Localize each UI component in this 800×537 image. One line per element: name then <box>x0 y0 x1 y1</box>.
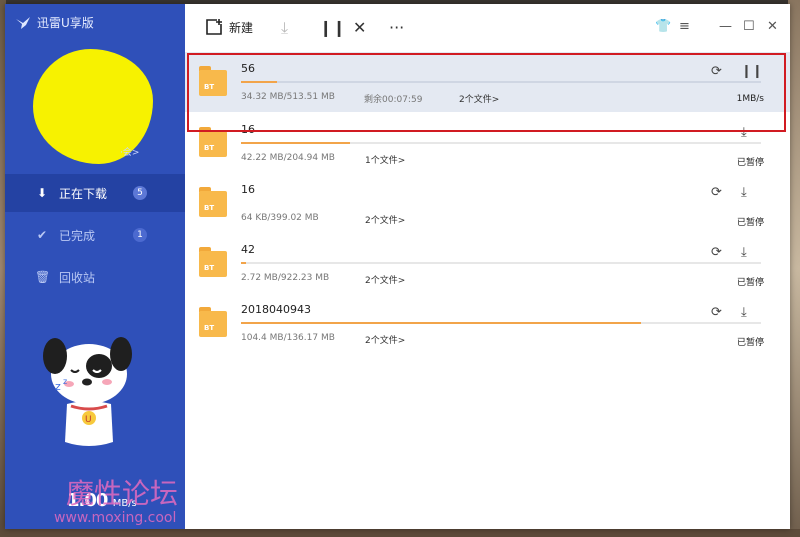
task-name: 2018040943 <box>241 303 311 316</box>
more-dots-icon: ··· <box>389 18 405 37</box>
task-size: 42.22 MB/204.94 MB <box>241 153 335 163</box>
svg-text:U: U <box>85 415 92 425</box>
task-name: 16 <box>241 183 255 196</box>
file-count-link[interactable]: 1个文件> <box>365 153 405 166</box>
download-arrow-icon: ⬇ <box>36 186 48 200</box>
task-size: 64 KB/399.02 MB <box>241 213 319 223</box>
task-status: 已暂停 <box>736 158 764 168</box>
delete-button[interactable]: ✕ <box>353 18 366 37</box>
progress-bar <box>241 142 761 144</box>
file-count-link[interactable]: 2个文件> <box>365 213 405 226</box>
minimize-icon[interactable]: — <box>719 19 732 34</box>
new-task-icon <box>206 19 222 35</box>
progress-bar <box>241 322 761 324</box>
highlight-box <box>187 53 786 132</box>
count-badge: 5 <box>133 186 147 200</box>
window-close-icon[interactable]: ✕ <box>767 19 778 34</box>
file-count-link[interactable]: 2个文件> <box>365 273 405 286</box>
nav-item-label: 已完成 <box>59 228 96 243</box>
watermark-text: 魔性论坛 <box>66 477 179 510</box>
svg-text:z: z <box>63 377 67 386</box>
member-link[interactable]: ·会> <box>120 145 139 158</box>
trash-icon: 🗑 <box>35 270 51 284</box>
checkmark-icon: ✔ <box>36 228 48 242</box>
pause-all-button[interactable]: ❙❙ <box>319 18 346 37</box>
task-status: 已暂停 <box>736 278 764 288</box>
count-badge: 1 <box>133 228 147 242</box>
task-name: 42 <box>241 243 255 256</box>
app-title: 迅雷U享版 <box>37 16 94 30</box>
nav-item-label: 正在下载 <box>59 186 108 201</box>
progress-fill <box>241 262 247 264</box>
pause-icon: ❙❙ <box>319 18 346 37</box>
download-icon[interactable]: ⤓ <box>741 305 747 320</box>
download-icon: ⤓ <box>281 18 289 37</box>
progress-bar <box>241 262 761 264</box>
thunder-bird-logo-icon <box>16 16 30 29</box>
file-count-link[interactable]: 2个文件> <box>365 333 405 346</box>
svg-text:z: z <box>55 380 61 393</box>
toolbar: 新建 ⤓ ❙❙ ✕ ··· 👕 ≡ — ☐ ✕ <box>185 4 790 52</box>
skin-icon[interactable]: 👕 <box>655 19 671 34</box>
download-row[interactable]: BT 2018040943 104.4 MB/136.17 MB 2个文件> ⟳… <box>185 293 790 353</box>
speedup-icon[interactable]: ⟳ <box>711 185 722 200</box>
task-status: 已暂停 <box>736 338 764 348</box>
start-all-button[interactable]: ⤓ <box>281 18 288 38</box>
download-row[interactable]: BT 42 2.72 MB/922.23 MB 2个文件> ⟳ ⤓ 已暂停 <box>185 233 790 293</box>
progress-fill <box>241 142 351 144</box>
nav-item-downloading[interactable]: ⬇ 正在下载 5 <box>5 174 185 212</box>
app-window: 迅雷U享版 ·会> ⬇ 正在下载 5 ✔ 已完成 1 🗑 回收站 z z U 1… <box>5 4 790 529</box>
dog-mascot-image: z z U <box>43 337 132 446</box>
watermark-url: www.moxing.cool <box>54 510 177 526</box>
bt-folder-icon: BT <box>199 247 227 277</box>
progress-fill <box>241 322 642 324</box>
new-task-label: 新建 <box>229 20 254 35</box>
bt-folder-icon: BT <box>199 187 227 217</box>
sidebar-nav: ⬇ 正在下载 5 ✔ 已完成 1 🗑 回收站 <box>5 174 185 300</box>
download-icon[interactable]: ⤓ <box>741 245 747 260</box>
more-button[interactable]: ··· <box>389 18 404 37</box>
app-header: 迅雷U享版 <box>15 14 94 31</box>
task-size: 2.72 MB/922.23 MB <box>241 273 330 283</box>
download-icon[interactable]: ⤓ <box>741 185 747 200</box>
new-task-button[interactable]: 新建 <box>205 18 253 36</box>
nav-item-recycle-bin[interactable]: 🗑 回收站 <box>5 258 185 296</box>
task-status: 已暂停 <box>736 218 764 228</box>
close-icon: ✕ <box>353 18 367 37</box>
speedup-icon[interactable]: ⟳ <box>711 305 722 320</box>
menu-icon[interactable]: ≡ <box>679 19 690 34</box>
background-photo-bottom <box>0 529 800 537</box>
sidebar: 迅雷U享版 ·会> ⬇ 正在下载 5 ✔ 已完成 1 🗑 回收站 z z U 1… <box>5 4 185 529</box>
maximize-icon[interactable]: ☐ <box>743 19 755 34</box>
bt-folder-icon: BT <box>199 307 227 337</box>
nav-item-completed[interactable]: ✔ 已完成 1 <box>5 216 185 254</box>
nav-item-label: 回收站 <box>59 270 96 285</box>
speedup-icon[interactable]: ⟳ <box>711 245 722 260</box>
download-row[interactable]: BT 16 64 KB/399.02 MB 2个文件> ⟳ ⤓ 已暂停 <box>185 173 790 233</box>
task-size: 104.4 MB/136.17 MB <box>241 333 335 343</box>
